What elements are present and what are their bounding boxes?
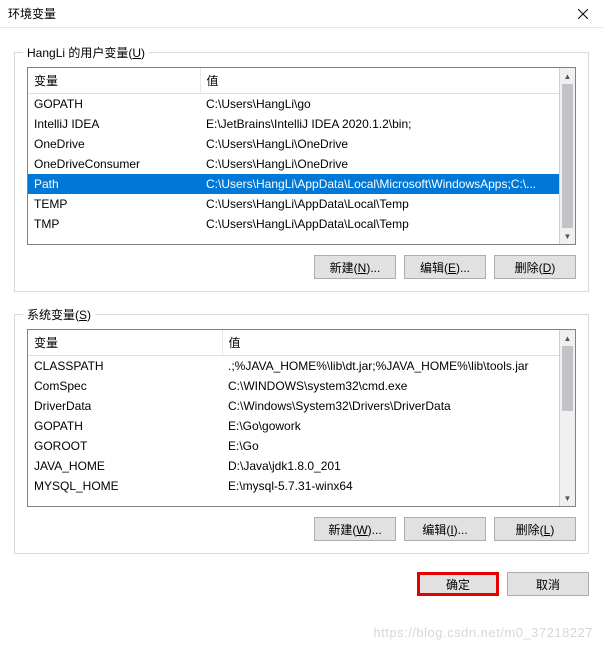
sys-vars-buttons: 新建(W)... 编辑(I)... 删除(L): [27, 517, 576, 541]
window-title: 环境变量: [8, 5, 56, 22]
table-row[interactable]: CLASSPATH.;%JAVA_HOME%\lib\dt.jar;%JAVA_…: [28, 356, 575, 377]
scroll-up-icon[interactable]: ▲: [560, 330, 575, 346]
user-vars-legend: HangLi 的用户变量(U): [23, 44, 149, 61]
scroll-thumb[interactable]: [562, 346, 573, 411]
scroll-up-icon[interactable]: ▲: [560, 68, 575, 84]
table-row[interactable]: TEMPC:\Users\HangLi\AppData\Local\Temp: [28, 194, 575, 214]
cell-value: E:\JetBrains\IntelliJ IDEA 2020.1.2\bin;: [200, 114, 575, 134]
dialog-buttons: 确定 取消: [0, 562, 603, 608]
user-vars-table[interactable]: 变量 值 GOPATHC:\Users\HangLi\goIntelliJ ID…: [28, 68, 575, 234]
cell-value: C:\Users\HangLi\AppData\Local\Temp: [200, 214, 575, 234]
cell-value: E:\Go\gowork: [222, 416, 575, 436]
table-row[interactable]: IntelliJ IDEAE:\JetBrains\IntelliJ IDEA …: [28, 114, 575, 134]
table-row[interactable]: DriverDataC:\Windows\System32\Drivers\Dr…: [28, 396, 575, 416]
table-row[interactable]: JAVA_HOMED:\Java\jdk1.8.0_201: [28, 456, 575, 476]
cell-value: C:\Users\HangLi\OneDrive: [200, 154, 575, 174]
close-button[interactable]: [563, 0, 603, 28]
scroll-track[interactable]: [560, 346, 575, 490]
sys-new-button[interactable]: 新建(W)...: [314, 517, 396, 541]
cell-value: E:\Go: [222, 436, 575, 456]
scrollbar[interactable]: ▲ ▼: [559, 330, 575, 506]
sys-vars-group: 系统变量(S) 变量 值 CLASSPATH.;%JAVA_HOME%\lib\…: [14, 314, 589, 554]
cell-value: .;%JAVA_HOME%\lib\dt.jar;%JAVA_HOME%\lib…: [222, 356, 575, 377]
cell-variable: CLASSPATH: [28, 356, 222, 377]
user-vars-group: HangLi 的用户变量(U) 变量 值 GOPATHC:\Users\Hang…: [14, 52, 589, 292]
cell-variable: ComSpec: [28, 376, 222, 396]
user-delete-button[interactable]: 删除(D): [494, 255, 576, 279]
cell-variable: Path: [28, 174, 200, 194]
scroll-track[interactable]: [560, 84, 575, 228]
close-icon: [578, 9, 588, 19]
table-row[interactable]: GOPATHE:\Go\gowork: [28, 416, 575, 436]
cell-variable: GOPATH: [28, 416, 222, 436]
cell-value: C:\WINDOWS\system32\cmd.exe: [222, 376, 575, 396]
table-row[interactable]: MYSQL_HOMEE:\mysql-5.7.31-winx64: [28, 476, 575, 496]
cell-variable: TMP: [28, 214, 200, 234]
table-row[interactable]: ComSpecC:\WINDOWS\system32\cmd.exe: [28, 376, 575, 396]
sys-vars-legend: 系统变量(S): [23, 306, 95, 323]
scroll-down-icon[interactable]: ▼: [560, 228, 575, 244]
table-row[interactable]: GOPATHC:\Users\HangLi\go: [28, 94, 575, 115]
scrollbar[interactable]: ▲ ▼: [559, 68, 575, 244]
cell-variable: MYSQL_HOME: [28, 476, 222, 496]
cell-variable: GOROOT: [28, 436, 222, 456]
scroll-down-icon[interactable]: ▼: [560, 490, 575, 506]
table-row[interactable]: PathC:\Users\HangLi\AppData\Local\Micros…: [28, 174, 575, 194]
cell-value: C:\Users\HangLi\AppData\Local\Microsoft\…: [200, 174, 575, 194]
sys-delete-button[interactable]: 删除(L): [494, 517, 576, 541]
cell-value: C:\Users\HangLi\OneDrive: [200, 134, 575, 154]
sys-edit-button[interactable]: 编辑(I)...: [404, 517, 486, 541]
sys-vars-table-wrap: 变量 值 CLASSPATH.;%JAVA_HOME%\lib\dt.jar;%…: [27, 329, 576, 507]
cell-variable: TEMP: [28, 194, 200, 214]
table-row[interactable]: TMPC:\Users\HangLi\AppData\Local\Temp: [28, 214, 575, 234]
table-row[interactable]: OneDriveC:\Users\HangLi\OneDrive: [28, 134, 575, 154]
cell-value: E:\mysql-5.7.31-winx64: [222, 476, 575, 496]
cell-variable: IntelliJ IDEA: [28, 114, 200, 134]
table-row[interactable]: OneDriveConsumerC:\Users\HangLi\OneDrive: [28, 154, 575, 174]
scroll-thumb[interactable]: [562, 84, 573, 228]
cell-variable: JAVA_HOME: [28, 456, 222, 476]
cell-value: C:\Windows\System32\Drivers\DriverData: [222, 396, 575, 416]
col-variable[interactable]: 变量: [28, 330, 222, 356]
cell-value: C:\Users\HangLi\go: [200, 94, 575, 115]
cell-value: D:\Java\jdk1.8.0_201: [222, 456, 575, 476]
table-row[interactable]: GOROOTE:\Go: [28, 436, 575, 456]
col-value[interactable]: 值: [222, 330, 575, 356]
cell-variable: DriverData: [28, 396, 222, 416]
user-new-button[interactable]: 新建(N)...: [314, 255, 396, 279]
sys-vars-table[interactable]: 变量 值 CLASSPATH.;%JAVA_HOME%\lib\dt.jar;%…: [28, 330, 575, 496]
cancel-button[interactable]: 取消: [507, 572, 589, 596]
ok-button[interactable]: 确定: [417, 572, 499, 596]
cell-variable: OneDriveConsumer: [28, 154, 200, 174]
col-variable[interactable]: 变量: [28, 68, 200, 94]
user-vars-table-wrap: 变量 值 GOPATHC:\Users\HangLi\goIntelliJ ID…: [27, 67, 576, 245]
user-vars-buttons: 新建(N)... 编辑(E)... 删除(D): [27, 255, 576, 279]
titlebar: 环境变量: [0, 0, 603, 28]
col-value[interactable]: 值: [200, 68, 575, 94]
watermark: https://blog.csdn.net/m0_37218227: [373, 625, 593, 640]
cell-value: C:\Users\HangLi\AppData\Local\Temp: [200, 194, 575, 214]
table-header-row: 变量 值: [28, 330, 575, 356]
cell-variable: GOPATH: [28, 94, 200, 115]
cell-variable: OneDrive: [28, 134, 200, 154]
user-edit-button[interactable]: 编辑(E)...: [404, 255, 486, 279]
table-header-row: 变量 值: [28, 68, 575, 94]
